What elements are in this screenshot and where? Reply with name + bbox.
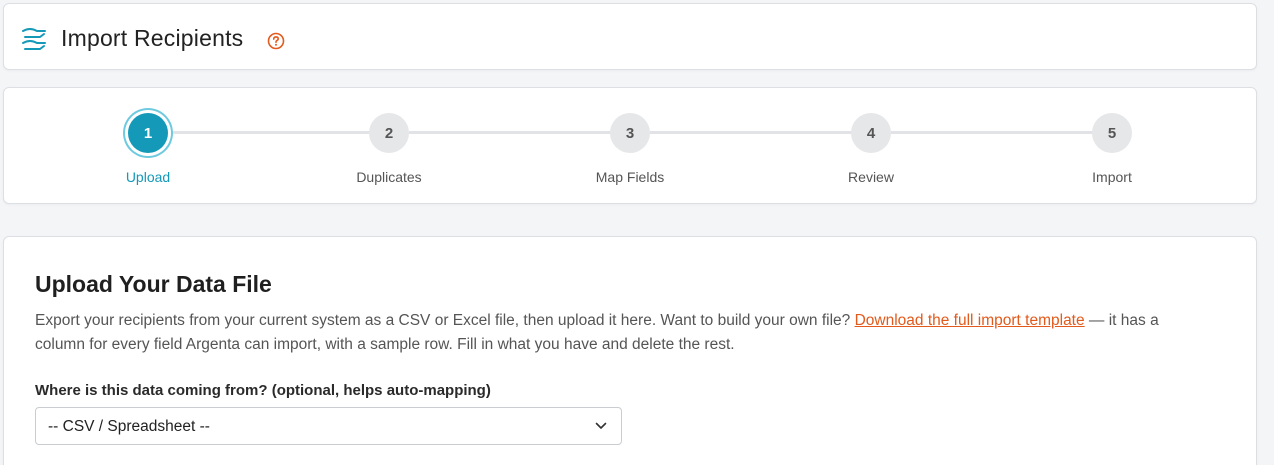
- data-source-select[interactable]: -- CSV / Spreadsheet --: [35, 407, 622, 445]
- download-template-link[interactable]: Download the full import template: [855, 312, 1085, 329]
- step-map-fields[interactable]: 3 Map Fields: [570, 113, 690, 185]
- step-upload[interactable]: 1 Upload: [88, 113, 208, 185]
- step-duplicates[interactable]: 2 Duplicates: [329, 113, 449, 185]
- section-title: Upload Your Data File: [35, 271, 272, 297]
- page-header: Import Recipients: [3, 3, 1257, 70]
- import-stepper: 1 Upload 2 Duplicates 3 Map Fields 4 Rev…: [3, 87, 1257, 204]
- step-review[interactable]: 4 Review: [811, 113, 931, 185]
- step-number: 2: [369, 113, 409, 153]
- help-circle-icon[interactable]: [267, 32, 285, 50]
- selected-value: -- CSV / Spreadsheet --: [48, 418, 210, 435]
- step-label: Map Fields: [595, 169, 665, 185]
- data-source-label: Where is this data coming from? (optiona…: [35, 382, 491, 399]
- upload-section: Upload Your Data File Export your recipi…: [3, 236, 1257, 465]
- step-number: 4: [851, 113, 891, 153]
- step-import[interactable]: 5 Import: [1052, 113, 1172, 185]
- step-label: Review: [848, 169, 894, 185]
- step-label: Upload: [125, 169, 171, 185]
- page-title: Import Recipients: [61, 25, 244, 51]
- step-number: 3: [610, 113, 650, 153]
- step-label: Import: [1092, 169, 1132, 185]
- step-number: 5: [1092, 113, 1132, 153]
- chevron-down-icon: [595, 422, 607, 429]
- import-recipients-icon: [22, 28, 46, 50]
- step-number: 1: [128, 113, 168, 153]
- upload-description: Export your recipients from your current…: [35, 309, 1210, 357]
- step-label: Duplicates: [356, 169, 422, 185]
- description-text: Export your recipients from your current…: [35, 312, 855, 329]
